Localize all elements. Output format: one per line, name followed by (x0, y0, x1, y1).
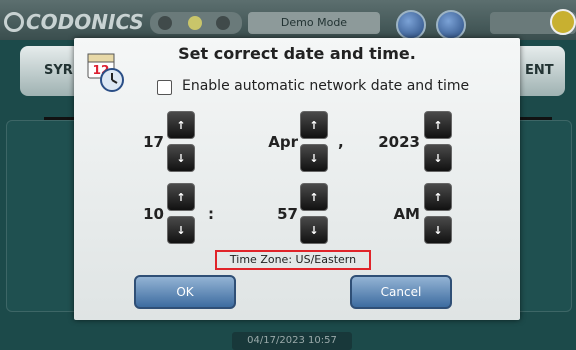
status-clock: 04/17/2023 10:57 (232, 332, 352, 350)
hour-up-button[interactable]: ↑ (167, 183, 195, 211)
minute-down-button[interactable]: ↓ (300, 216, 328, 244)
status-light-icon (216, 16, 230, 30)
codonics-logo: CODONICS (4, 10, 144, 34)
power-icon[interactable] (550, 9, 576, 35)
auto-network-label: Enable automatic network date and time (182, 78, 470, 94)
month-up-button[interactable]: ↑ (300, 111, 328, 139)
globe-icon[interactable] (396, 10, 426, 40)
minute-up-button[interactable]: ↑ (300, 183, 328, 211)
year-value: 2023 (378, 133, 420, 151)
hour-value: 10 (143, 205, 164, 223)
year-up-button[interactable]: ↑ (424, 111, 452, 139)
month-value: Apr (268, 133, 298, 151)
day-up-button[interactable]: ↑ (167, 111, 195, 139)
ampm-up-button[interactable]: ↑ (424, 183, 452, 211)
day-value: 17 (143, 133, 164, 151)
mode-indicator: Demo Mode (248, 12, 380, 34)
status-light-icon (158, 16, 172, 30)
cancel-button[interactable]: Cancel (350, 275, 452, 309)
time-separator: : (208, 205, 214, 223)
status-lights (150, 12, 242, 34)
ampm-value: AM (393, 205, 420, 223)
month-down-button[interactable]: ↓ (300, 144, 328, 172)
day-down-button[interactable]: ↓ (167, 144, 195, 172)
hour-down-button[interactable]: ↓ (167, 216, 195, 244)
ok-button[interactable]: OK (134, 275, 236, 309)
dialog-title: Set correct date and time. (178, 44, 416, 63)
minute-value: 57 (277, 205, 298, 223)
timezone-label[interactable]: Time Zone: US/Eastern (215, 250, 371, 270)
date-separator: , (338, 133, 344, 151)
calendar-clock-icon: 12 (87, 53, 124, 92)
ampm-down-button[interactable]: ↓ (424, 216, 452, 244)
settings-icon[interactable] (436, 10, 466, 40)
year-down-button[interactable]: ↓ (424, 144, 452, 172)
auto-network-checkbox[interactable] (157, 80, 172, 95)
date-time-dialog: Set correct date and time. 12 Enable aut… (74, 38, 520, 320)
status-light-icon (188, 16, 202, 30)
